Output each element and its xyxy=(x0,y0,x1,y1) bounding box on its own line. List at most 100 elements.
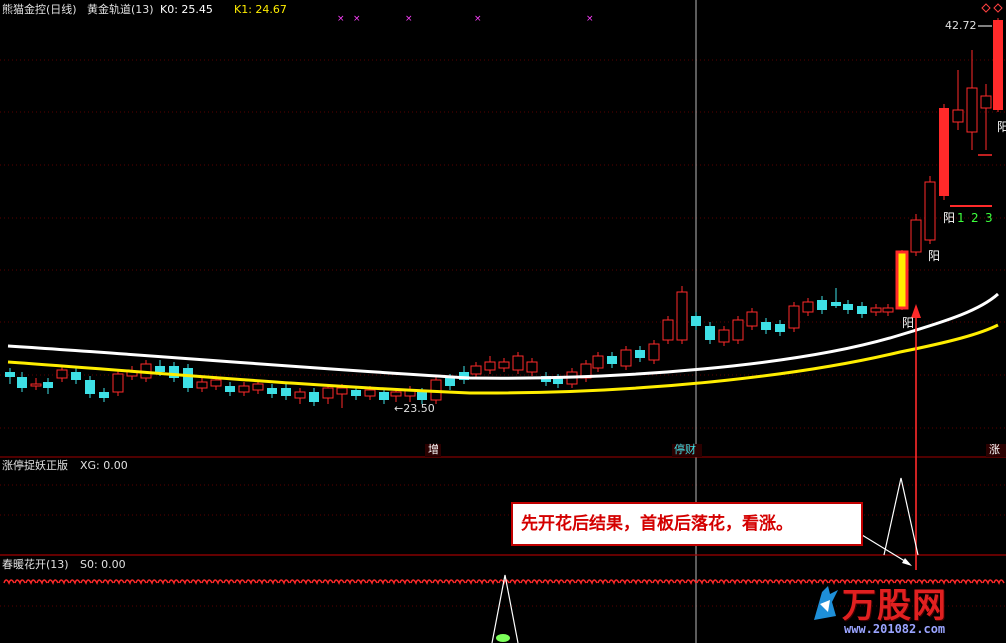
bull-icon xyxy=(814,586,838,620)
candle-body[interactable] xyxy=(924,181,936,241)
candle-body[interactable] xyxy=(635,350,645,358)
candle-body[interactable] xyxy=(676,291,688,341)
tingcai-marker: 停财 xyxy=(674,443,696,456)
flower-mark xyxy=(377,579,389,585)
candle-body[interactable] xyxy=(620,349,632,367)
candle-body[interactable] xyxy=(322,387,334,399)
candle-body[interactable] xyxy=(857,306,867,314)
flower-mark xyxy=(751,579,763,585)
candle-body[interactable] xyxy=(155,366,165,372)
candle-body[interactable] xyxy=(56,369,68,379)
flower-mark xyxy=(333,579,345,585)
panel2-label: 涨停捉妖正版 xyxy=(2,459,68,472)
candle-body[interactable] xyxy=(607,356,617,364)
top-signal-marks: × × × × × xyxy=(337,14,594,24)
flower-mark xyxy=(113,579,125,585)
candle-body[interactable] xyxy=(445,378,455,386)
candle-body[interactable] xyxy=(691,316,701,326)
panel3-value: S0: 0.00 xyxy=(80,558,126,571)
candlestick-series[interactable] xyxy=(5,18,1003,408)
flower-mark xyxy=(245,579,257,585)
flower-mark xyxy=(454,579,466,585)
candle-body[interactable] xyxy=(112,373,124,393)
candle-body[interactable] xyxy=(210,379,222,387)
candle-body[interactable] xyxy=(17,377,27,388)
flower-mark xyxy=(256,579,268,585)
flower-mark xyxy=(366,579,378,585)
candle-body[interactable] xyxy=(85,380,95,394)
candle-body[interactable] xyxy=(662,319,674,341)
candle-body[interactable] xyxy=(705,326,715,340)
candle-body[interactable] xyxy=(498,361,510,369)
candle-body[interactable] xyxy=(43,382,53,388)
candle-body[interactable] xyxy=(952,109,964,123)
candle-body[interactable] xyxy=(817,300,827,310)
flower-mark xyxy=(443,579,455,585)
candle-body[interactable] xyxy=(775,324,785,332)
candle-body[interactable] xyxy=(470,365,482,375)
flower-mark xyxy=(509,579,521,585)
flower-mark xyxy=(685,579,697,585)
candle-body[interactable] xyxy=(252,383,264,391)
flower-mark xyxy=(421,579,433,585)
candle-body[interactable] xyxy=(30,383,42,387)
candle-body[interactable] xyxy=(761,322,771,330)
flower-mark xyxy=(784,579,796,585)
candle-body[interactable] xyxy=(309,392,319,402)
flower-mark xyxy=(410,579,422,585)
candle-body[interactable] xyxy=(281,388,291,396)
candle-body[interactable] xyxy=(831,302,841,306)
candle-body[interactable] xyxy=(910,219,922,253)
flower-mark xyxy=(91,579,103,585)
candle-body[interactable] xyxy=(718,329,730,343)
candle-body[interactable] xyxy=(939,108,949,196)
candle-body[interactable] xyxy=(526,361,538,373)
flower-mark xyxy=(311,579,323,585)
flower-mark xyxy=(674,579,686,585)
zhang-marker: 涨 xyxy=(989,443,1000,456)
candle-body[interactable] xyxy=(5,372,15,377)
panel3-label: 春暖花开(13) xyxy=(2,558,69,571)
candle-body[interactable] xyxy=(993,20,1003,110)
flower-mark xyxy=(740,579,752,585)
candle-body[interactable] xyxy=(225,386,235,392)
candle-body[interactable] xyxy=(238,385,250,393)
candle-body[interactable] xyxy=(966,87,978,133)
svg-text:×: × xyxy=(405,14,413,24)
candle-body[interactable] xyxy=(802,301,814,313)
candle-body[interactable] xyxy=(294,391,306,399)
candle-body[interactable] xyxy=(788,305,800,329)
flower-mark xyxy=(355,579,367,585)
candle-body[interactable] xyxy=(390,391,402,397)
candle-body[interactable] xyxy=(882,307,894,313)
candle-body[interactable] xyxy=(417,392,427,400)
candle-body[interactable] xyxy=(351,390,361,396)
svg-text:×: × xyxy=(586,14,594,24)
candle-body[interactable] xyxy=(732,319,744,341)
chart-canvas[interactable]: × × × × × xyxy=(0,0,1006,643)
candle-body[interactable] xyxy=(99,392,109,398)
candle-body[interactable] xyxy=(870,307,882,313)
candle-body[interactable] xyxy=(379,392,389,400)
candle-body[interactable] xyxy=(364,389,376,397)
flower-mark xyxy=(586,579,598,585)
candle-body[interactable] xyxy=(592,355,604,369)
candle-body[interactable] xyxy=(512,355,524,371)
candle-body[interactable] xyxy=(267,388,277,394)
count-marker: 3 xyxy=(985,211,993,225)
candle-body[interactable] xyxy=(980,95,992,109)
flower-mark xyxy=(608,579,620,585)
candle-body[interactable] xyxy=(648,343,660,361)
candle-body[interactable] xyxy=(843,304,853,310)
flower-mark xyxy=(652,579,664,585)
candle-body[interactable] xyxy=(746,311,758,327)
candle-body[interactable] xyxy=(484,361,496,371)
candle-body[interactable] xyxy=(895,250,909,310)
flower-mark xyxy=(520,579,532,585)
zeng-marker: 增 xyxy=(428,443,439,456)
candle-body[interactable] xyxy=(196,381,208,389)
flower-mark xyxy=(157,579,169,585)
candle-body[interactable] xyxy=(71,372,81,380)
candle-body[interactable] xyxy=(336,387,348,395)
candle-body[interactable] xyxy=(183,368,193,388)
